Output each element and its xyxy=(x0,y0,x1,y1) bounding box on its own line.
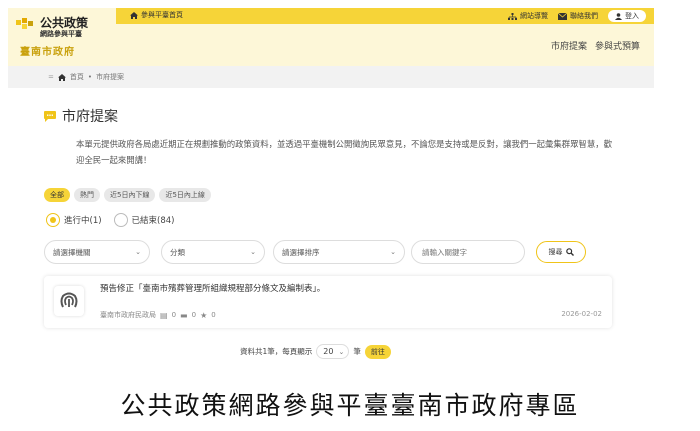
chip-popular[interactable]: 熱門 xyxy=(74,188,100,202)
contact-label: 聯絡我們 xyxy=(570,12,598,20)
sitemap-link[interactable]: 網站導覽 xyxy=(508,11,548,21)
nav-item-participatory-budget[interactable]: 參與式預算 xyxy=(595,39,640,52)
home-icon xyxy=(130,11,138,19)
page-title-text: 市府提案 xyxy=(62,109,118,125)
search-button[interactable]: 搜尋 xyxy=(536,241,586,263)
login-label: 登入 xyxy=(625,12,639,20)
proposal-comments-count: 0 xyxy=(171,311,177,319)
chevron-down-icon: ⌄ xyxy=(250,248,256,256)
breadcrumb-separator-icon: • xyxy=(87,73,93,81)
radio-checked-icon xyxy=(46,213,60,227)
filter-chips: 全部 熱門 近5日內下線 近5日內上線 xyxy=(44,188,211,202)
chevron-down-icon: ⌄ xyxy=(338,347,345,356)
status-filter: 進行中(1) 已結束(84) xyxy=(46,213,175,227)
agency-logo xyxy=(54,286,84,316)
category-select-value: 分類 xyxy=(170,247,185,257)
chip-closing-soon[interactable]: 近5日內下線 xyxy=(104,188,156,202)
pagination-total: 資料共1筆，每頁顯示 xyxy=(240,347,313,356)
platform-home-link[interactable]: 參與平臺首頁 xyxy=(130,10,183,20)
status-closed-label: 已結束(84) xyxy=(131,216,175,226)
nav-item-city-proposals[interactable]: 市府提案 xyxy=(551,39,587,52)
page-title: 市府提案 xyxy=(44,106,118,126)
main-nav: 市府提案 參與式預算 xyxy=(551,39,640,52)
proposal-likes-count: 0 xyxy=(211,311,216,319)
status-open-radio[interactable]: 進行中(1) xyxy=(46,213,102,227)
logo-subtitle: 網路參與平臺 xyxy=(40,30,82,38)
chip-recently-online[interactable]: 近5日內上線 xyxy=(159,188,211,202)
page-description: 本單元提供政府各局處近期正在規劃推動的政策資料，並透過平臺機制公開徵詢民眾意見，… xyxy=(76,139,612,165)
user-icon xyxy=(615,12,622,20)
keyword-input[interactable] xyxy=(411,240,525,264)
logo-mark-icon xyxy=(16,18,33,29)
agency-select-value: 請選擇機關 xyxy=(53,247,91,257)
sitemap-label: 網站導覽 xyxy=(520,12,548,20)
tainan-city-emblem-icon xyxy=(60,292,78,308)
category-select[interactable]: 分類 ⌄ xyxy=(161,240,265,264)
proposal-date: 2026-02-02 xyxy=(561,310,602,318)
sitemap-icon xyxy=(508,12,517,20)
chevron-down-icon: ⌄ xyxy=(390,248,396,256)
status-closed-radio[interactable]: 已結束(84) xyxy=(113,213,175,227)
menu-lines-icon: = xyxy=(48,73,54,81)
chevron-down-icon: ⌄ xyxy=(135,248,141,256)
radio-unchecked-icon xyxy=(113,213,128,227)
speech-bubble-icon xyxy=(44,110,56,122)
go-button[interactable]: 前往 xyxy=(364,344,391,359)
star-icon: ★ xyxy=(200,310,208,320)
home-icon xyxy=(57,73,66,81)
proposal-meta: 臺南市政府民政局 ▤ 0 ▬ 0 ★ 0 xyxy=(100,310,216,320)
site-logo[interactable]: 公共政策 網路參與平臺 臺南市政府 xyxy=(14,12,114,62)
figure-caption: 公共政策網路參與平臺臺南市政府專區 xyxy=(120,391,580,420)
sort-select-value: 請選擇排序 xyxy=(282,247,320,257)
search-icon xyxy=(565,248,574,256)
proposal-card[interactable]: 預告修正「臺南市殯葬管理所組織規程部分條文及編制表」。 臺南市政府民政局 ▤ 0… xyxy=(44,276,612,328)
site-header: 公共政策 網路參與平臺 臺南市政府 參與平臺首頁 網站導覽 聯絡我們 登入 市府… xyxy=(8,8,654,66)
agency-select[interactable]: 請選擇機關 ⌄ xyxy=(44,240,150,264)
breadcrumb: = 首頁 • 市府提案 xyxy=(8,66,654,88)
chip-all[interactable]: 全部 xyxy=(44,188,70,202)
pagination-unit: 筆 xyxy=(353,347,361,356)
breadcrumb-home[interactable]: 首頁 xyxy=(70,72,84,82)
search-button-label: 搜尋 xyxy=(548,248,563,256)
mail-icon xyxy=(558,12,567,20)
top-utility-links: 網站導覽 聯絡我們 登入 xyxy=(508,10,646,22)
per-page-select[interactable]: 20 ⌄ xyxy=(316,344,350,359)
proposal-messages-count: 0 xyxy=(191,311,197,319)
app-window: 公共政策 網路參與平臺 臺南市政府 參與平臺首頁 網站導覽 聯絡我們 登入 市府… xyxy=(8,8,654,360)
discussion-icon: ▤ xyxy=(160,310,168,320)
pagination: 資料共1筆，每頁顯示 20 ⌄ 筆 前往 xyxy=(240,344,391,359)
per-page-value: 20 xyxy=(323,347,334,356)
login-button[interactable]: 登入 xyxy=(608,10,646,22)
logo-org: 臺南市政府 xyxy=(20,47,75,58)
search-controls: 請選擇機關 ⌄ 分類 ⌄ 請選擇排序 ⌄ 搜尋 xyxy=(44,240,624,266)
platform-home-label: 參與平臺首頁 xyxy=(141,11,183,19)
proposal-agency: 臺南市政府民政局 xyxy=(100,311,156,319)
breadcrumb-current: 市府提案 xyxy=(96,73,125,81)
sort-select[interactable]: 請選擇排序 ⌄ xyxy=(273,240,405,264)
status-open-label: 進行中(1) xyxy=(64,216,102,226)
proposal-title[interactable]: 預告修正「臺南市殯葬管理所組織規程部分條文及編制表」。 xyxy=(100,282,325,294)
contact-link[interactable]: 聯絡我們 xyxy=(558,11,598,21)
message-icon: ▬ xyxy=(180,310,188,320)
